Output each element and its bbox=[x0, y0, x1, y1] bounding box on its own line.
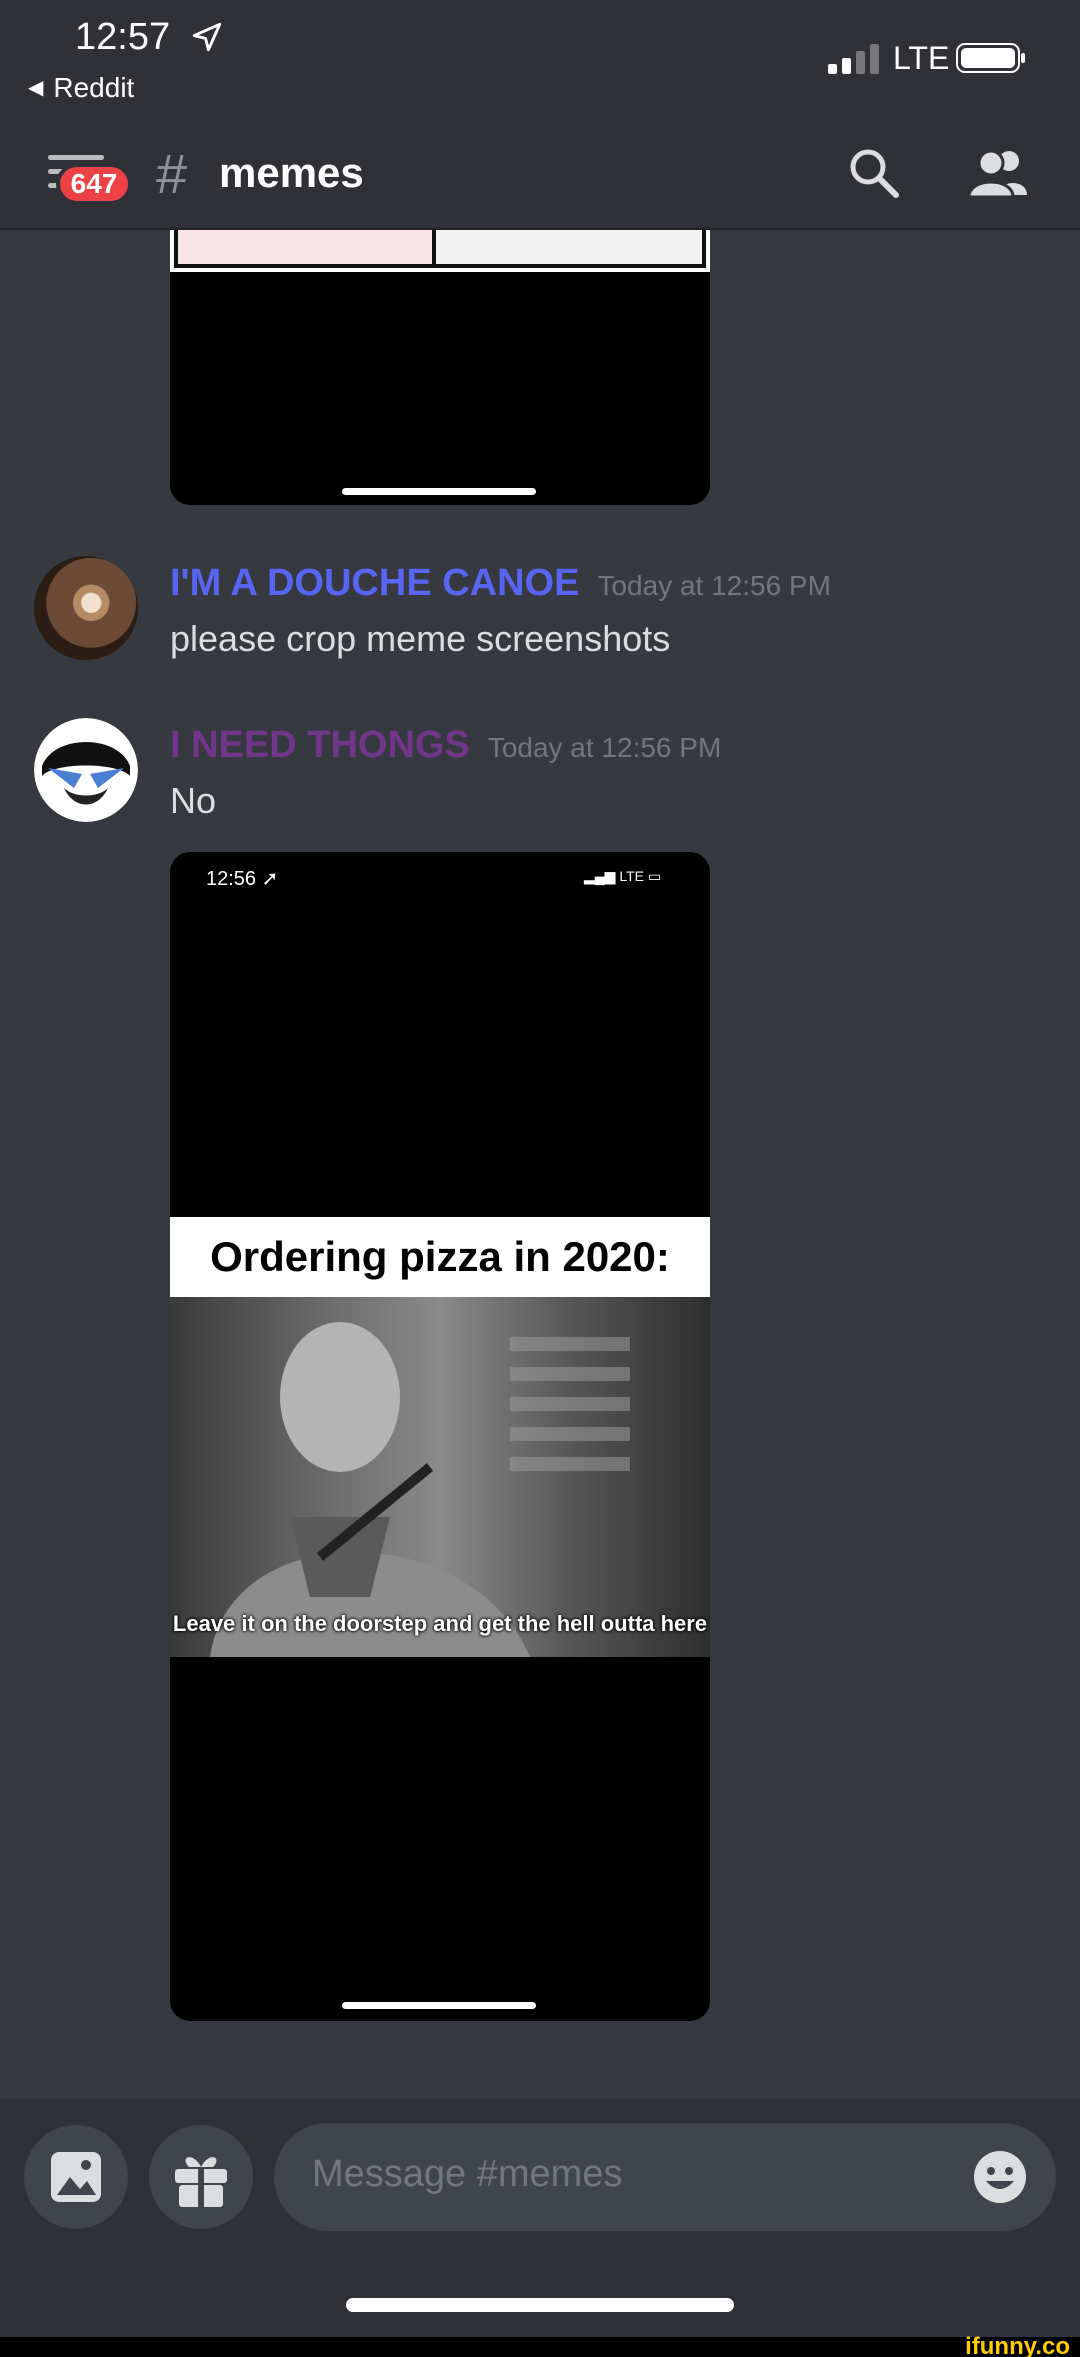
author-name[interactable]: I'M A DOUCHE CANOE bbox=[170, 562, 579, 604]
screenshot-status-network: ▂▄▆ LTE ▭ bbox=[584, 868, 662, 884]
status-bar: 12:57 ◀ Reddit LTE bbox=[0, 0, 1080, 115]
channel-header: 647 # memes bbox=[0, 115, 1080, 230]
location-arrow-icon bbox=[192, 22, 222, 52]
screenshot-home-indicator bbox=[342, 2002, 536, 2009]
meme-caption: Ordering pizza in 2020: bbox=[170, 1217, 710, 1297]
author-name[interactable]: I NEED THONGS bbox=[170, 724, 470, 766]
message-composer: Message #memes bbox=[0, 2099, 1080, 2357]
message-timestamp: Today at 12:56 PM bbox=[597, 570, 831, 601]
gift-button[interactable] bbox=[149, 2125, 253, 2229]
signal-strength-icon bbox=[828, 44, 879, 74]
gift-icon bbox=[175, 2157, 227, 2207]
message-text: please crop meme screenshots bbox=[170, 618, 671, 659]
previous-image-attachment[interactable] bbox=[170, 230, 710, 505]
avatar[interactable] bbox=[34, 718, 138, 822]
meme-subtitle: Leave it on the doorstep and get the hel… bbox=[172, 1611, 708, 1636]
meme-photo-figure bbox=[210, 1322, 630, 1657]
battery-icon bbox=[956, 43, 1025, 73]
message-input[interactable]: Message #memes bbox=[274, 2123, 1056, 2231]
message-author[interactable]: I NEED THONGS Today at 12:56 PM bbox=[170, 724, 721, 767]
image-attachment[interactable]: 12:56 ➚ ▂▄▆ LTE ▭ Ordering pizza in 2020… bbox=[170, 852, 710, 2021]
image-icon bbox=[51, 2152, 101, 2202]
watermark-bar: ifunny.co bbox=[0, 2333, 1080, 2357]
watermark-text: ifunny.co bbox=[965, 2333, 1070, 2357]
message-text: No bbox=[170, 780, 217, 821]
back-app-label: Reddit bbox=[53, 72, 135, 103]
message-author[interactable]: I'M A DOUCHE CANOE Today at 12:56 PM bbox=[170, 562, 831, 605]
message-input-placeholder: Message #memes bbox=[312, 2153, 623, 2195]
home-indicator[interactable] bbox=[346, 2298, 734, 2312]
status-time: 12:57 bbox=[75, 16, 171, 58]
helmet-avatar-icon bbox=[34, 718, 138, 822]
channel-hash-icon: # bbox=[156, 142, 188, 205]
screenshot-home-indicator bbox=[342, 488, 536, 495]
back-to-app-link[interactable]: ◀ Reddit bbox=[28, 72, 134, 104]
meme-photo: Leave it on the doorstep and get the hel… bbox=[170, 1297, 710, 1657]
comic-strip-fragment bbox=[170, 230, 710, 272]
avatar[interactable] bbox=[34, 556, 138, 660]
unread-badge: 647 bbox=[56, 163, 132, 205]
network-type: LTE bbox=[893, 40, 950, 76]
channel-title: memes bbox=[219, 149, 364, 196]
attach-image-button[interactable] bbox=[24, 2125, 128, 2229]
back-triangle-icon: ◀ bbox=[28, 77, 44, 99]
search-icon[interactable] bbox=[846, 145, 902, 201]
members-icon[interactable] bbox=[965, 145, 1029, 201]
screenshot-status-time: 12:56 ➚ bbox=[206, 868, 279, 890]
message-timestamp: Today at 12:56 PM bbox=[487, 732, 722, 763]
emoji-icon[interactable] bbox=[972, 2149, 1028, 2205]
